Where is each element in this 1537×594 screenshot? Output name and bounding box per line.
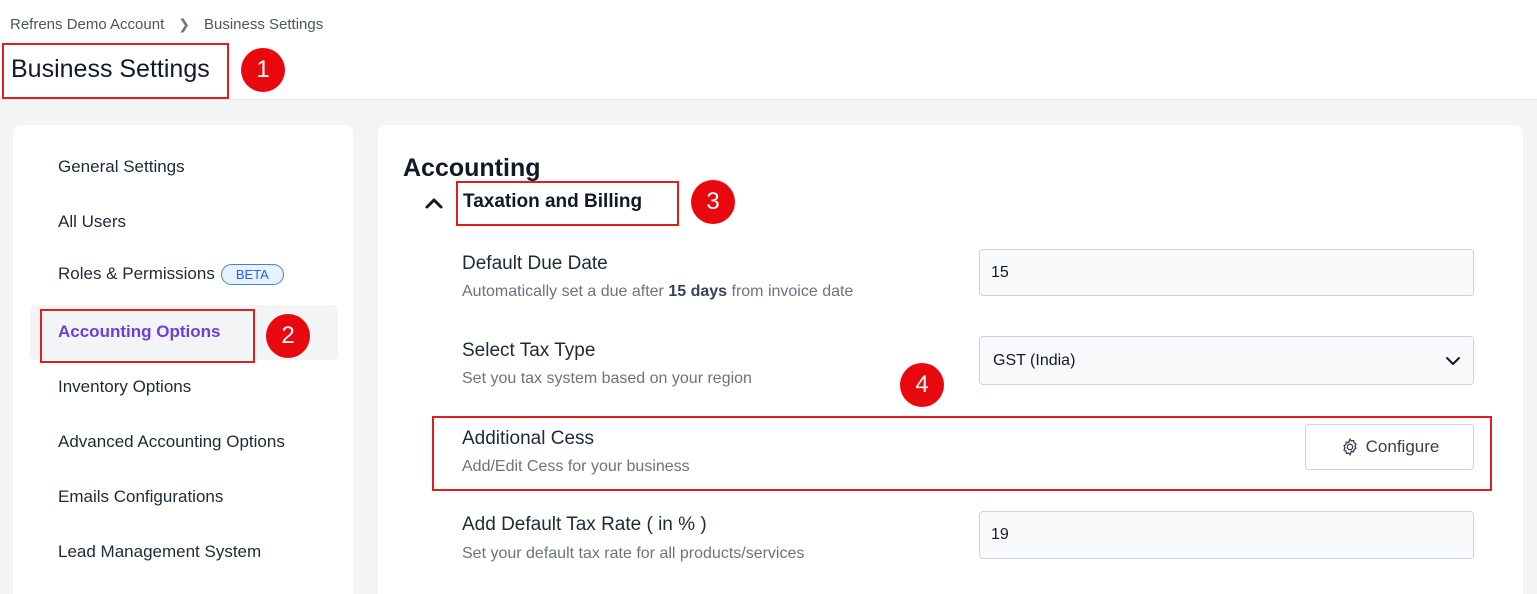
sidebar-item-label: Roles & Permissions: [58, 264, 215, 283]
due-date-label: Default Due Date: [462, 253, 608, 274]
tax-rate-input[interactable]: 19: [979, 511, 1474, 559]
chevron-down-icon: [1446, 357, 1460, 365]
marker-4: 4: [900, 363, 944, 407]
chevron-right-icon: ❯: [178, 16, 190, 32]
due-date-description: Automatically set a due after 15 days fr…: [462, 283, 854, 300]
sidebar-item-advanced-accounting-options[interactable]: Advanced Accounting Options: [58, 432, 285, 452]
beta-badge: BETA: [220, 264, 284, 286]
sidebar-item-general-settings[interactable]: General Settings: [58, 157, 185, 177]
tax-rate-label: Add Default Tax Rate ( in % ): [462, 514, 707, 535]
sidebar-item-all-users[interactable]: All Users: [58, 212, 126, 232]
chevron-up-icon[interactable]: [424, 193, 444, 213]
sidebar-item-roles-permissions[interactable]: Roles & Permissions BETA: [58, 264, 284, 286]
marker-1: 1: [241, 48, 285, 92]
breadcrumb-current: Business Settings: [203, 16, 324, 33]
tax-type-selected-value: GST (India): [993, 351, 1076, 369]
breadcrumb-root-link[interactable]: Refrens Demo Account: [10, 16, 164, 33]
highlight-box-page-title: [2, 43, 229, 99]
page-header: Refrens Demo Account ❯ Business Settings…: [0, 0, 1537, 100]
tax-type-label: Select Tax Type: [462, 340, 596, 361]
marker-2: 2: [266, 314, 310, 358]
marker-3: 3: [691, 180, 735, 224]
highlight-box-additional-cess: [432, 416, 1492, 491]
highlight-box-taxation-billing: [456, 181, 679, 226]
due-date-input[interactable]: 15: [979, 249, 1474, 296]
breadcrumb: Refrens Demo Account ❯ Business Settings: [10, 16, 323, 33]
section-title: Accounting: [403, 154, 541, 182]
tax-type-select[interactable]: GST (India): [979, 336, 1474, 385]
sidebar-item-inventory-options[interactable]: Inventory Options: [58, 377, 191, 397]
sidebar-item-lead-management-system[interactable]: Lead Management System: [58, 542, 261, 562]
tax-type-description: Set you tax system based on your region: [462, 370, 752, 387]
highlight-box-accounting-options: [40, 309, 255, 363]
tax-rate-description: Set your default tax rate for all produc…: [462, 545, 805, 562]
sidebar-item-emails-configurations[interactable]: Emails Configurations: [58, 487, 223, 507]
